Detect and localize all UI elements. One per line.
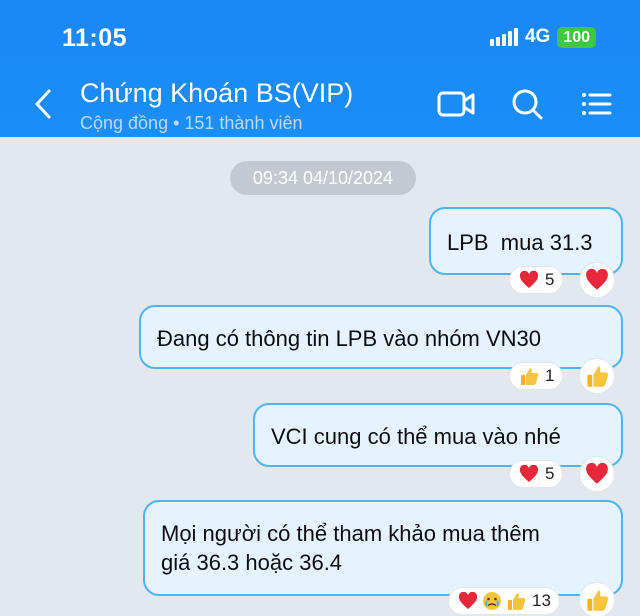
- search-icon: [512, 89, 543, 120]
- reaction-count: 13: [532, 591, 551, 610]
- back-button[interactable]: [30, 86, 56, 122]
- video-camera-icon: [437, 91, 475, 117]
- group-title[interactable]: Chứng Khoán BS(VIP): [80, 78, 353, 109]
- heart-icon: [586, 463, 608, 484]
- heart-icon: [457, 591, 478, 612]
- group-subtitle: Cộng đồng • 151 thành viên: [80, 113, 303, 133]
- message-bubble[interactable]: Đang có thông tin LPB vào nhóm VN30: [139, 305, 623, 369]
- heart-icon: [586, 269, 608, 290]
- battery-level: 100: [557, 26, 596, 48]
- list-menu-icon: [582, 93, 612, 115]
- message-text: LPB mua 31.3: [447, 230, 593, 255]
- message-bubble[interactable]: Mọi người có thể tham khảo mua thêm giá …: [143, 500, 623, 596]
- crying-face-icon: [481, 591, 502, 612]
- heart-icon: [518, 270, 539, 291]
- thumbs-up-icon: [505, 591, 526, 612]
- reaction-summary[interactable]: 5: [510, 267, 563, 293]
- signal-icon: [489, 28, 518, 46]
- date-separator: 09:34 04/10/2024: [230, 161, 416, 195]
- react-button[interactable]: [580, 263, 614, 297]
- reaction-summary[interactable]: 1: [510, 363, 563, 389]
- reaction-summary[interactable]: 13: [449, 588, 559, 614]
- react-button[interactable]: [580, 359, 614, 393]
- thumbs-up-icon: [587, 366, 609, 387]
- reaction-count: 5: [545, 270, 555, 289]
- status-time: 11:05: [62, 24, 128, 52]
- message-bubble[interactable]: VCI cung có thể mua vào nhé: [253, 403, 623, 467]
- react-button[interactable]: [580, 457, 614, 491]
- video-call-button[interactable]: [436, 86, 476, 122]
- thumbs-up-icon: [587, 590, 609, 611]
- react-button[interactable]: [580, 583, 614, 616]
- menu-button[interactable]: [576, 86, 616, 122]
- status-indicators: 4G 100: [489, 26, 596, 48]
- back-arrow-icon: [35, 89, 51, 119]
- message-text: Mọi người có thể tham khảo mua thêm giá …: [161, 521, 540, 575]
- search-button[interactable]: [508, 86, 548, 122]
- message-text: Đang có thông tin LPB vào nhóm VN30: [157, 326, 542, 351]
- message-text: VCI cung có thể mua vào nhé: [271, 424, 561, 449]
- thumbs-up-icon: [518, 366, 539, 387]
- chat-header: 11:05 4G 100 Chứng Khoán BS(VIP) Cộng đồ…: [0, 0, 640, 137]
- message-list[interactable]: 09:34 04/10/2024 LPB mua 31.3 5 Đang có …: [0, 137, 640, 616]
- network-type: 4G: [524, 26, 551, 47]
- heart-icon: [518, 464, 539, 485]
- reaction-count: 5: [545, 464, 555, 483]
- reaction-count: 1: [545, 366, 555, 385]
- reaction-summary[interactable]: 5: [510, 461, 563, 487]
